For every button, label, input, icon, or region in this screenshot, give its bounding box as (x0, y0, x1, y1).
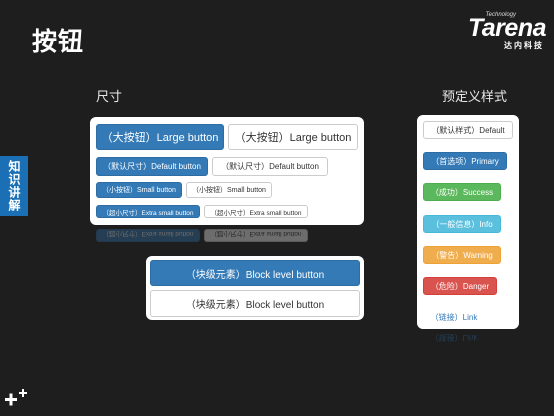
styles-panel-reflection: （链接）Link (417, 330, 519, 346)
plus-decoration-icon (5, 389, 27, 406)
style-success-button[interactable]: （成功）Success (423, 183, 501, 201)
style-primary-button[interactable]: （首选项）Primary (423, 152, 507, 170)
xsmall-default-button[interactable]: （超小尺寸）Extra small button (204, 205, 308, 218)
tarena-logo: Technology Tarena 达内科技 (438, 10, 547, 50)
block-default-button[interactable]: （块级元素）Block level button (150, 290, 360, 317)
page-title: 按钮 (32, 28, 85, 56)
large-default-button[interactable]: （大按钮）Large button (228, 124, 358, 150)
sizes-panel-reflection: （超小尺寸）Extra small button （超小尺寸）Extra sma… (90, 226, 364, 244)
style-info-button[interactable]: （一般信息）Info (423, 215, 501, 233)
logo-main-text: Tarena (467, 14, 547, 42)
block-primary-button[interactable]: （块级元素）Block level button (150, 260, 360, 286)
style-warning-button[interactable]: （警告）Warning (423, 246, 501, 264)
default-primary-button[interactable]: （默认尺寸）Default button (96, 157, 208, 176)
sizes-section-label: 尺寸 (96, 89, 123, 104)
style-default-button[interactable]: （默认样式）Default (423, 121, 513, 139)
small-default-button[interactable]: （小按钮）Small button (186, 182, 272, 198)
xsmall-primary-button[interactable]: （超小尺寸）Extra small button (96, 205, 200, 218)
large-primary-button[interactable]: （大按钮）Large button (96, 124, 224, 150)
small-primary-button[interactable]: （小按钮）Small button (96, 182, 182, 198)
style-link-button[interactable]: （链接）Link (423, 309, 485, 325)
styles-section-label: 预定义样式 (442, 89, 508, 104)
block-panel: （块级元素）Block level button （块级元素）Block lev… (146, 256, 364, 320)
default-default-button[interactable]: （默认尺寸）Default button (212, 157, 328, 176)
reflection-xsmall-default: （超小尺寸）Extra small button (204, 229, 308, 242)
side-tab-knowledge: 知识讲解 (0, 156, 28, 216)
logo-sub-text: 达内科技 (504, 41, 544, 50)
style-danger-button[interactable]: （危险）Danger (423, 277, 497, 295)
styles-panel: （默认样式）Default （首选项）Primary （成功）Success （… (417, 115, 519, 329)
sizes-panel: （大按钮）Large button （大按钮）Large button （默认尺… (90, 117, 364, 225)
reflection-xsmall-primary: （超小尺寸）Extra small button (96, 229, 200, 242)
reflection-link: （链接）Link (430, 333, 478, 343)
